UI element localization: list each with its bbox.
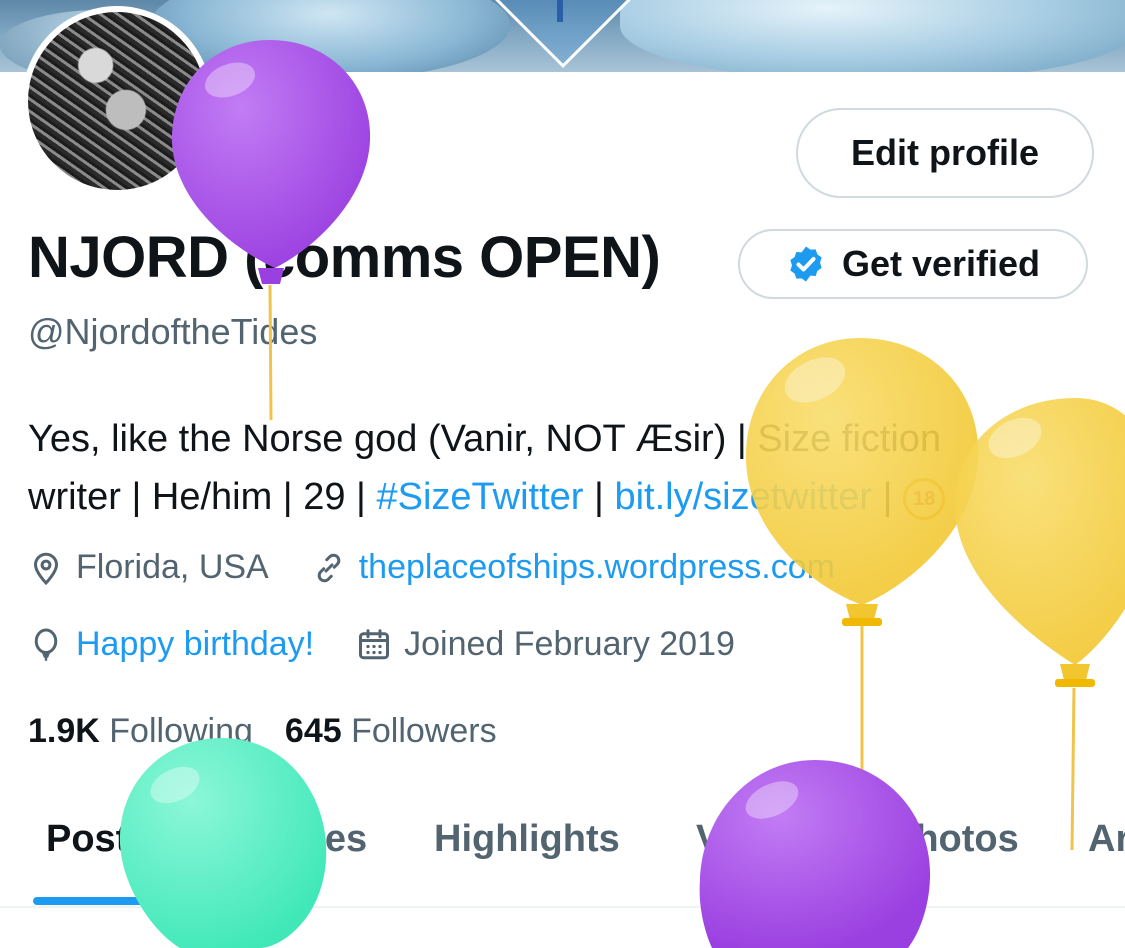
birthday-item: Happy birthday! (28, 625, 314, 664)
profile-bio: Yes, like the Norse god (Vanir, NOT Æsir… (28, 410, 1118, 526)
bio-separator: | (872, 476, 904, 518)
edit-profile-button[interactable]: Edit profile (796, 108, 1094, 198)
tab-posts[interactable]: Posts (46, 818, 149, 861)
banner-boat (557, 0, 563, 22)
tab-highlights[interactable]: Highlights (434, 818, 620, 861)
bio-line-2-text: writer | He/him | 29 | (28, 476, 377, 518)
website-item[interactable]: theplaceofships.wordpress.com (311, 548, 835, 587)
following-label: Following (109, 712, 253, 750)
followers-link[interactable]: 645 Followers (285, 712, 497, 751)
get-verified-button[interactable]: Get verified (738, 229, 1088, 299)
hashtag-link[interactable]: #SizeTwitter (376, 476, 583, 518)
get-verified-label: Get verified (841, 243, 1041, 284)
display-name: NJORD (comms OPEN) (28, 225, 661, 290)
link-icon (317, 553, 341, 582)
calendar-icon (359, 628, 390, 659)
profile-meta-row: Florida, USA theplaceofships.wordpress.c… (28, 548, 877, 587)
active-tab-indicator (33, 897, 170, 905)
birthday-text[interactable]: Happy birthday! (76, 625, 314, 664)
user-handle: @NjordoftheTides (28, 311, 318, 352)
avatar-image (28, 12, 206, 190)
verified-badge-icon (790, 246, 822, 282)
tab-photos[interactable]: Photos (890, 818, 1019, 861)
edit-profile-label: Edit profile (851, 132, 1039, 173)
profile-tabs: Posts Replies Highlights Videos Photos A… (0, 800, 1125, 908)
followers-count: 645 (284, 712, 342, 750)
balloon-icon (34, 628, 58, 661)
age-18-emoji-icon: 18 (903, 477, 946, 520)
bio-separator: | (583, 476, 615, 518)
banner-diamond-frame (488, 0, 638, 68)
following-count: 1.9K (28, 712, 100, 750)
joined-item: Joined February 2019 (356, 625, 735, 664)
tabs-divider (0, 906, 1125, 908)
bio-line-2: writer | He/him | 29 | #SizeTwitter | bi… (28, 468, 1118, 526)
tab-videos[interactable]: Videos (696, 818, 820, 861)
tab-replies[interactable]: Replies (232, 818, 367, 861)
website-link[interactable]: theplaceofships.wordpress.com (359, 548, 835, 587)
profile-meta-row: Happy birthday! Joined February 2019 (28, 625, 777, 664)
banner-iceberg (150, 0, 510, 72)
following-link[interactable]: 1.9K Following (28, 712, 253, 751)
joined-text: Joined February 2019 (404, 625, 735, 663)
followers-label: Followers (351, 712, 497, 750)
follow-stats: 1.9K Following 645 Followers (28, 712, 497, 751)
bio-line-1: Yes, like the Norse god (Vanir, NOT Æsir… (28, 418, 942, 460)
location-item: Florida, USA (28, 548, 269, 587)
location-text: Florida, USA (76, 548, 269, 586)
banner-iceberg (620, 0, 1125, 72)
bio-url-link[interactable]: bit.ly/sizetwitter (614, 476, 872, 518)
tab-articles[interactable]: Ar (1088, 818, 1125, 861)
avatar[interactable] (22, 6, 212, 196)
map-pin-icon (33, 552, 59, 585)
